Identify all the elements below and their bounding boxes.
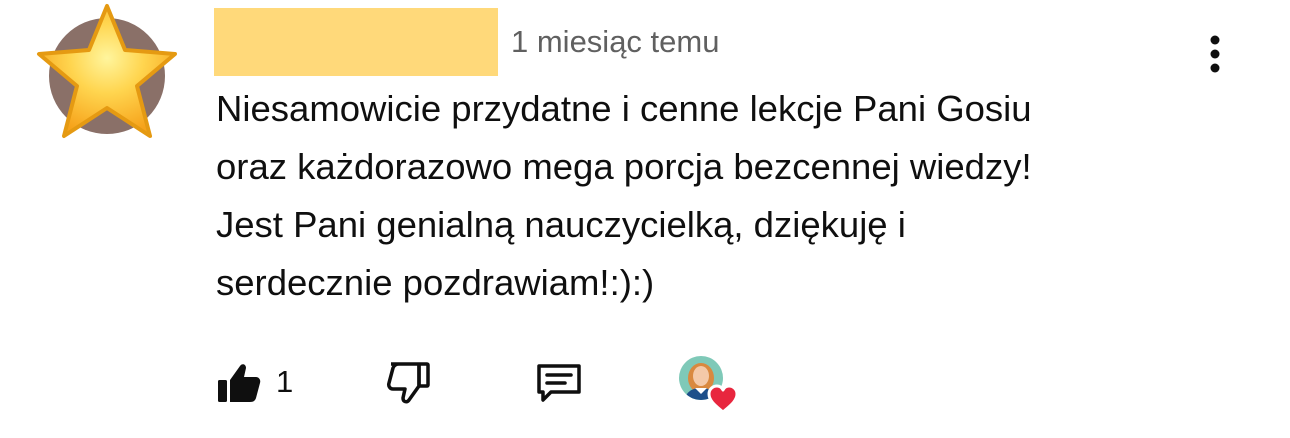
comment-text-line: serdecznie pozdrawiam!:):)	[216, 262, 655, 303]
comment-timestamp[interactable]: 1 miesiąc temu	[511, 22, 719, 62]
reply-button[interactable]	[533, 358, 585, 408]
like-count: 1	[276, 364, 294, 399]
comment-text: Niesamowicie przydatne i cenne lekcje Pa…	[216, 80, 1216, 312]
author-name-redacted	[214, 8, 498, 76]
author-avatar[interactable]	[30, 0, 185, 150]
star-emoji-icon	[37, 4, 177, 138]
comment-text-line: oraz każdorazowo mega porcja bezcennej w…	[216, 146, 1032, 187]
more-vertical-icon	[1210, 35, 1220, 73]
comment-reply-icon	[537, 364, 581, 402]
comment-thread-item: 1 miesiąc temu Niesamowicie przydatne i …	[0, 0, 1290, 438]
like-button[interactable]: 1	[214, 358, 304, 408]
creator-heart-badge	[676, 352, 742, 416]
thumbs-up-icon	[218, 364, 261, 402]
comment-text-line: Jest Pani genialną nauczycielką, dziękuj…	[216, 204, 906, 245]
thumbs-down-icon	[387, 362, 430, 404]
creator-heart-badge-icon	[679, 356, 739, 414]
comment-more-button[interactable]	[1196, 34, 1234, 78]
dislike-button[interactable]	[383, 358, 435, 408]
comment-text-line: Niesamowicie przydatne i cenne lekcje Pa…	[216, 88, 1032, 129]
